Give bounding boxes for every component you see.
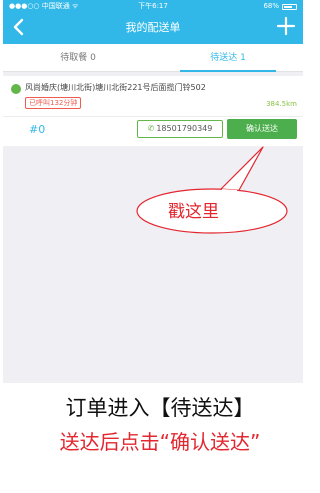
plus-icon[interactable] <box>275 14 297 38</box>
instruction-caption-2: 送达后点击“确认送达” <box>59 430 261 454</box>
location-pin-icon <box>11 84 21 94</box>
callout-text: 戳这里 <box>168 202 219 222</box>
delivery-address: 风尚婚庆(塘川北街)塘川北街221号后面揽门铃502 <box>25 83 206 92</box>
status-bar: ●●●○○ 中国联通 ᯤ 下午6:17 68% <box>3 0 303 13</box>
card-divider <box>3 116 303 117</box>
battery-percent: 68% <box>263 2 279 10</box>
navigation-bar: ●●●○○ 中国联通 ᯤ 下午6:17 68% 我的配送单 <box>3 0 303 44</box>
app-screen: ●●●○○ 中国联通 ᯤ 下午6:17 68% 我的配送单 待取餐 0 待送达 … <box>3 0 303 383</box>
tab-pending-pickup[interactable]: 待取餐 0 <box>3 44 153 72</box>
order-number: #0 <box>29 123 46 136</box>
active-tab-indicator <box>180 70 276 72</box>
distance-label: 384.5km <box>266 100 297 108</box>
phone-number: 18501790349 <box>156 124 213 133</box>
battery-icon <box>282 4 297 10</box>
call-phone-button[interactable]: ✆ 18501790349 <box>137 120 223 138</box>
call-duration-badge: 已呼叫132分钟 <box>25 97 82 109</box>
page-title: 我的配送单 <box>125 21 181 34</box>
confirm-delivery-button[interactable]: 确认送达 <box>227 119 297 139</box>
phone-icon: ✆ <box>147 124 155 133</box>
status-time: 下午6:17 <box>138 2 168 10</box>
instruction-caption-1: 订单进入【待送达】 <box>65 396 255 420</box>
order-card[interactable]: 风尚婚庆(塘川北街)塘川北街221号后面揽门铃502 已呼叫132分钟 384.… <box>3 76 303 146</box>
status-tabs: 待取餐 0 待送达 1 <box>3 44 303 72</box>
tab-pending-delivery[interactable]: 待送达 1 <box>153 44 303 72</box>
